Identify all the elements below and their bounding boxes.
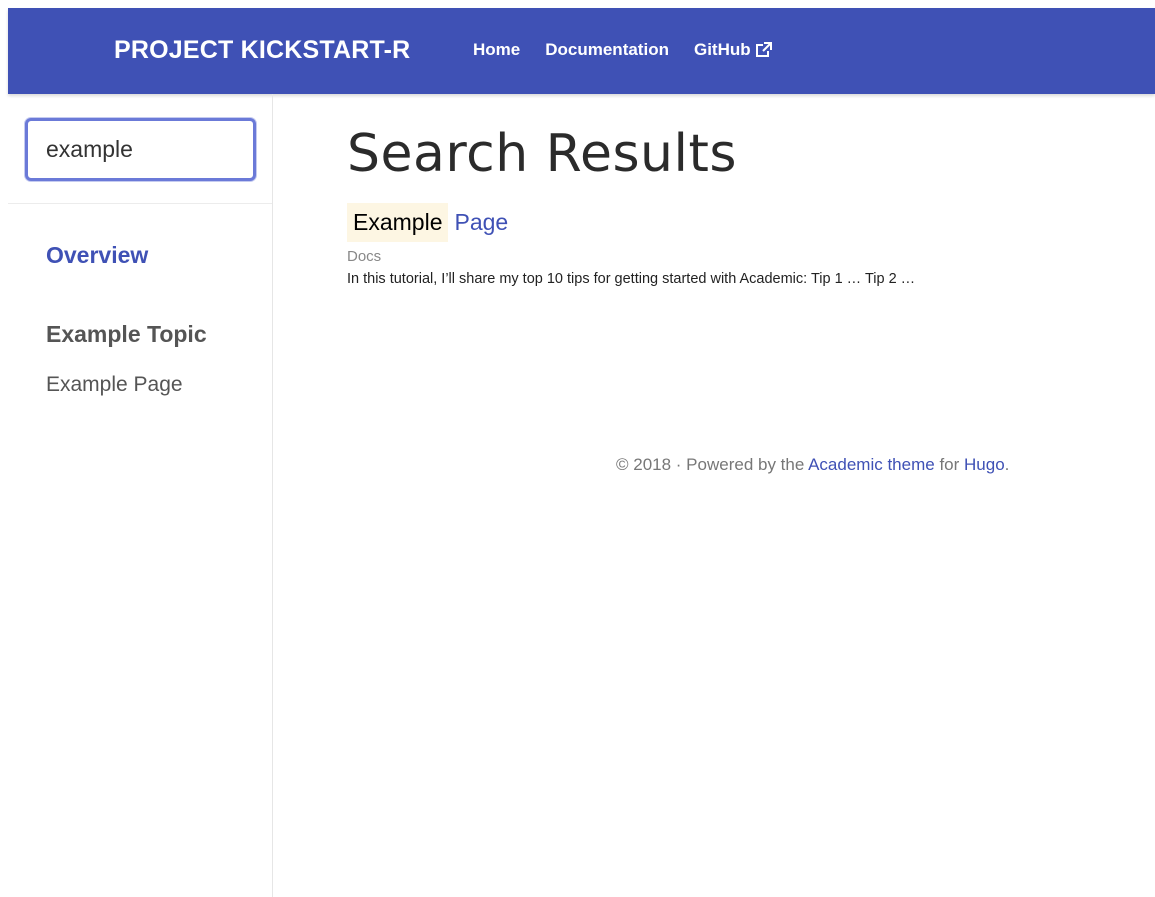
result-title-link[interactable]: Page (454, 209, 508, 236)
nav-home-link[interactable]: Home (473, 40, 520, 60)
hugo-link[interactable]: Hugo (964, 455, 1005, 474)
result-title: Example Page (347, 203, 1107, 242)
page-title: Search Results (347, 124, 737, 184)
page: PROJECT KICKSTART-R Home Documentation G… (0, 0, 1155, 897)
footer-text-middle: for (934, 455, 965, 474)
nav-github-link[interactable]: GitHub (694, 40, 773, 60)
brand-link[interactable]: PROJECT KICKSTART-R (114, 36, 410, 65)
nav-github-label: GitHub (693, 40, 751, 59)
footer: © 2018 · Powered by the Academic theme f… (616, 455, 1009, 475)
result-title-highlight[interactable]: Example (347, 203, 449, 242)
search-input[interactable] (25, 118, 256, 181)
result-summary: In this tutorial, I’ll share my top 10 t… (347, 271, 916, 287)
result-section: Docs (347, 248, 382, 265)
academic-theme-link[interactable]: Academic theme (808, 455, 935, 474)
search-result: Example Page Docs In this tutorial, I’ll… (347, 203, 1107, 287)
sidebar: Overview Example Topic Example Page (8, 94, 273, 897)
navbar: PROJECT KICKSTART-R Home Documentation G… (8, 8, 1155, 94)
sidebar-item-overview[interactable]: Overview (46, 242, 148, 269)
footer-text-suffix: . (1004, 455, 1010, 474)
sidebar-topic-heading: Example Topic (46, 321, 207, 347)
sidebar-item-example-page[interactable]: Example Page (46, 373, 183, 397)
search-container (8, 94, 272, 204)
external-link-icon (755, 42, 772, 57)
footer-text: © 2018 · Powered by the (616, 455, 809, 474)
nav-links: Home Documentation GitHub (473, 40, 798, 60)
nav-documentation-link[interactable]: Documentation (545, 40, 669, 60)
